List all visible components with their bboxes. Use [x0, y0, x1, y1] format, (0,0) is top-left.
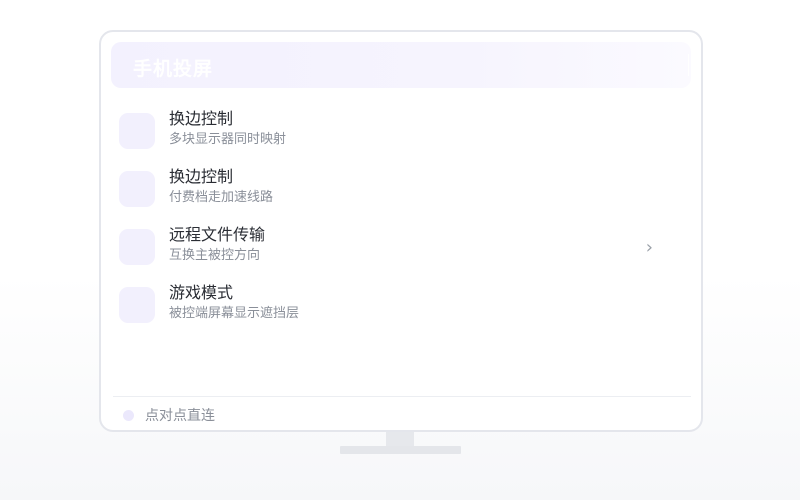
- list-item-subtitle: 付费档走加速线路: [169, 190, 274, 205]
- list-item-subtitle: 被控端屏幕显示遮挡层: [169, 306, 300, 321]
- list-item-title: 换边控制: [169, 167, 234, 186]
- feature-icon: [119, 171, 155, 207]
- monitor-stand-base: [340, 446, 461, 454]
- list-item-remote-file-transfer[interactable]: 远程文件传输 互换主被控方向 ›: [119, 224, 689, 282]
- list-item-text: 远程文件传输 互换主被控方向: [169, 224, 265, 266]
- footer-label: 点对点直连: [145, 408, 215, 424]
- header-divider: [688, 54, 689, 76]
- header-title: 手机投屏: [133, 58, 214, 80]
- list-item-title: 换边控制: [169, 109, 234, 128]
- feature-list: 换边控制 多块显示器同时映射 换边控制 付费档走加速线路 远程文件传输 互换主被…: [119, 108, 689, 340]
- monitor-screen: 手机投屏 换边控制 多块显示器同时映射 换边控制 付费档走加速线路 远程文件传输…: [99, 30, 703, 432]
- feature-icon: [119, 229, 155, 265]
- list-item-text: 换边控制 付费档走加速线路: [169, 166, 273, 208]
- list-item-title: 游戏模式: [169, 283, 234, 302]
- list-item-text: 游戏模式 被控端屏幕显示遮挡层: [169, 282, 299, 324]
- status-dot-icon: [123, 409, 134, 421]
- footer-divider: [113, 396, 691, 397]
- footer-status: 点对点直连: [123, 404, 215, 426]
- list-item-swap-control[interactable]: 换边控制 多块显示器同时映射: [119, 108, 689, 166]
- feature-icon: [119, 113, 155, 149]
- list-item-subtitle: 互换主被控方向: [169, 248, 261, 263]
- chevron-right-icon[interactable]: ›: [646, 237, 653, 258]
- list-item-subtitle: 多块显示器同时映射: [169, 132, 287, 147]
- list-item-title: 远程文件传输: [169, 225, 266, 244]
- list-item-text: 换边控制 多块显示器同时映射: [169, 108, 286, 150]
- list-item-swap-control-2[interactable]: 换边控制 付费档走加速线路: [119, 166, 689, 224]
- list-item-game-mode[interactable]: 游戏模式 被控端屏幕显示遮挡层: [119, 282, 689, 340]
- header-bar: 手机投屏: [111, 42, 691, 88]
- feature-icon: [119, 287, 155, 323]
